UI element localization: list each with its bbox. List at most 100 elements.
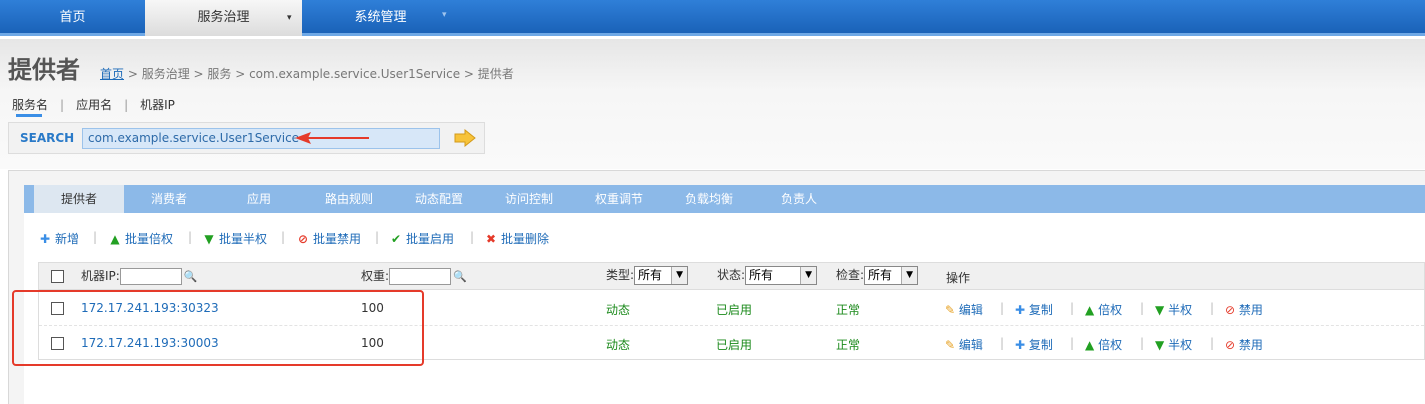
tab-owner[interactable]: 负责人 xyxy=(754,185,844,213)
breadcrumb: 首页 > 服务治理 > 服务 > com.example.service.Use… xyxy=(100,65,514,82)
nav-system-management[interactable]: 系统管理 ▾ xyxy=(302,0,459,36)
copy-button[interactable]: ✚ 复制 xyxy=(1015,301,1053,318)
chevron-down-icon: ▼ xyxy=(671,267,688,284)
table-header: 机器IP: 🔍 权重: 🔍 类型: 所有 ▼ 状态: 所有 ▼ 检查: 所有 ▼ 操作 xyxy=(39,263,1424,290)
page-title: 提供者 xyxy=(8,56,80,84)
pencil-icon: ✎ xyxy=(945,338,956,352)
check-filter: 检查: 所有 ▼ xyxy=(836,266,919,285)
disable-button[interactable]: ⊘ 禁用 xyxy=(1225,301,1263,318)
chevron-down-icon: ▼ xyxy=(901,267,918,284)
breadcrumb-path: > 服务治理 > 服务 > com.example.service.User1S… xyxy=(124,67,514,81)
batch-disable-label: 批量禁用 xyxy=(313,232,362,246)
tab-providers[interactable]: 提供者 xyxy=(34,185,124,213)
down-arrow-icon: ▼ xyxy=(204,232,214,246)
arrow-right-icon[interactable] xyxy=(454,129,476,147)
edit-label: 编辑 xyxy=(958,303,983,317)
row-type: 动态 xyxy=(606,338,631,352)
batch-half-weight-button[interactable]: ▼ 批量半权 xyxy=(202,230,267,247)
double-weight-button[interactable]: ▲ 倍权 xyxy=(1085,301,1122,318)
row-check: 正常 xyxy=(836,303,861,317)
search-tab-app-name[interactable]: 应用名 xyxy=(76,96,112,113)
nav-home[interactable]: 首页 xyxy=(0,0,145,36)
type-filter: 类型: 所有 ▼ xyxy=(606,266,689,285)
top-nav: 首页 服务治理 ▾ 系统管理 ▾ xyxy=(0,0,1425,36)
chevron-down-icon: ▾ xyxy=(287,13,292,23)
half-weight-button[interactable]: ▼ 半权 xyxy=(1155,336,1192,353)
ban-icon: ⊘ xyxy=(1225,303,1236,317)
half-weight-button[interactable]: ▼ 半权 xyxy=(1155,301,1192,318)
double-weight-label: 倍权 xyxy=(1098,338,1123,352)
batch-disable-button[interactable]: ⊘ 批量禁用 xyxy=(296,230,361,247)
plus-icon: ✚ xyxy=(1015,303,1026,317)
batch-double-weight-button[interactable]: ▲ 批量倍权 xyxy=(108,230,173,247)
search-tab-service-name[interactable]: 服务名 xyxy=(12,96,48,113)
disable-label: 禁用 xyxy=(1238,303,1263,317)
type-select[interactable]: 所有 ▼ xyxy=(634,266,689,285)
tab-bar: 提供者 消费者 应用 路由规则 动态配置 访问控制 权重调节 负载均衡 负责人 xyxy=(24,185,1425,213)
up-arrow-icon: ▲ xyxy=(110,232,120,246)
search-type-tabs: 服务名 | 应用名 | 机器IP xyxy=(12,96,175,117)
type-header: 类型: xyxy=(606,268,635,282)
pencil-icon: ✎ xyxy=(945,303,956,317)
nav-service-governance[interactable]: 服务治理 ▾ xyxy=(145,0,302,36)
edit-button[interactable]: ✎ 编辑 xyxy=(945,301,983,318)
batch-delete-label: 批量删除 xyxy=(501,232,550,246)
check-select[interactable]: 所有 ▼ xyxy=(864,266,919,285)
copy-label: 复制 xyxy=(1028,338,1053,352)
tab-applications[interactable]: 应用 xyxy=(214,185,304,213)
copy-label: 复制 xyxy=(1028,303,1053,317)
annotation-arrow-icon xyxy=(295,132,369,144)
tab-access-control[interactable]: 访问控制 xyxy=(484,185,574,213)
status-select[interactable]: 所有 ▼ xyxy=(745,266,818,285)
nav-home-label: 首页 xyxy=(59,10,86,25)
up-arrow-icon: ▲ xyxy=(1085,338,1095,352)
weight-header: 权重: xyxy=(361,269,390,283)
ip-filter-input[interactable] xyxy=(119,268,182,285)
search-tab-active-indicator xyxy=(16,114,42,117)
disable-label: 禁用 xyxy=(1238,338,1263,352)
tab-load-balance[interactable]: 负载均衡 xyxy=(664,185,754,213)
disable-button[interactable]: ⊘ 禁用 xyxy=(1225,336,1263,353)
annotation-highlight-box xyxy=(12,290,424,366)
x-icon: ✖ xyxy=(485,232,497,246)
batch-enable-button[interactable]: ✔ 批量启用 xyxy=(389,230,454,247)
row-check: 正常 xyxy=(836,338,861,352)
tab-weight-adjust[interactable]: 权重调节 xyxy=(574,185,664,213)
ban-icon: ⊘ xyxy=(297,232,309,246)
type-select-value: 所有 xyxy=(638,268,663,282)
ops-header: 操作 xyxy=(946,271,971,285)
double-weight-label: 倍权 xyxy=(1098,303,1123,317)
half-weight-label: 半权 xyxy=(1168,303,1193,317)
edit-label: 编辑 xyxy=(958,338,983,352)
tab-consumers[interactable]: 消费者 xyxy=(124,185,214,213)
copy-button[interactable]: ✚ 复制 xyxy=(1015,336,1053,353)
add-button[interactable]: ✚ 新增 xyxy=(38,230,79,247)
breadcrumb-home-link[interactable]: 首页 xyxy=(100,67,124,81)
chevron-down-icon: ▾ xyxy=(442,10,447,20)
search-input[interactable]: com.example.service.User1Service xyxy=(82,128,440,149)
double-weight-button[interactable]: ▲ 倍权 xyxy=(1085,336,1122,353)
plus-icon: ✚ xyxy=(1015,338,1026,352)
search-icon[interactable]: 🔍 xyxy=(184,270,198,283)
weight-filter-input[interactable] xyxy=(389,268,452,285)
ip-header: 机器IP: xyxy=(81,269,120,283)
nav-service-governance-label: 服务治理 xyxy=(197,10,250,25)
ip-filter: 机器IP: 🔍 xyxy=(81,267,198,285)
tab-routing-rules[interactable]: 路由规则 xyxy=(304,185,394,213)
row-status: 已启用 xyxy=(716,338,753,352)
batch-delete-button[interactable]: ✖ 批量删除 xyxy=(484,230,549,247)
down-arrow-icon: ▼ xyxy=(1155,303,1165,317)
search-icon[interactable]: 🔍 xyxy=(453,270,467,283)
tab-dynamic-config[interactable]: 动态配置 xyxy=(394,185,484,213)
row-status: 已启用 xyxy=(716,303,753,317)
status-filter: 状态: 所有 ▼ xyxy=(717,266,818,285)
chevron-down-icon: ▼ xyxy=(800,267,817,284)
select-all-checkbox[interactable] xyxy=(51,270,64,283)
batch-half-weight-label: 批量半权 xyxy=(219,232,268,246)
search-tab-machine-ip[interactable]: 机器IP xyxy=(140,96,175,113)
search-label: SEARCH xyxy=(20,131,75,145)
check-header: 检查: xyxy=(836,268,865,282)
edit-button[interactable]: ✎ 编辑 xyxy=(945,336,983,353)
add-button-label: 新增 xyxy=(55,232,80,246)
batch-enable-label: 批量启用 xyxy=(406,232,455,246)
